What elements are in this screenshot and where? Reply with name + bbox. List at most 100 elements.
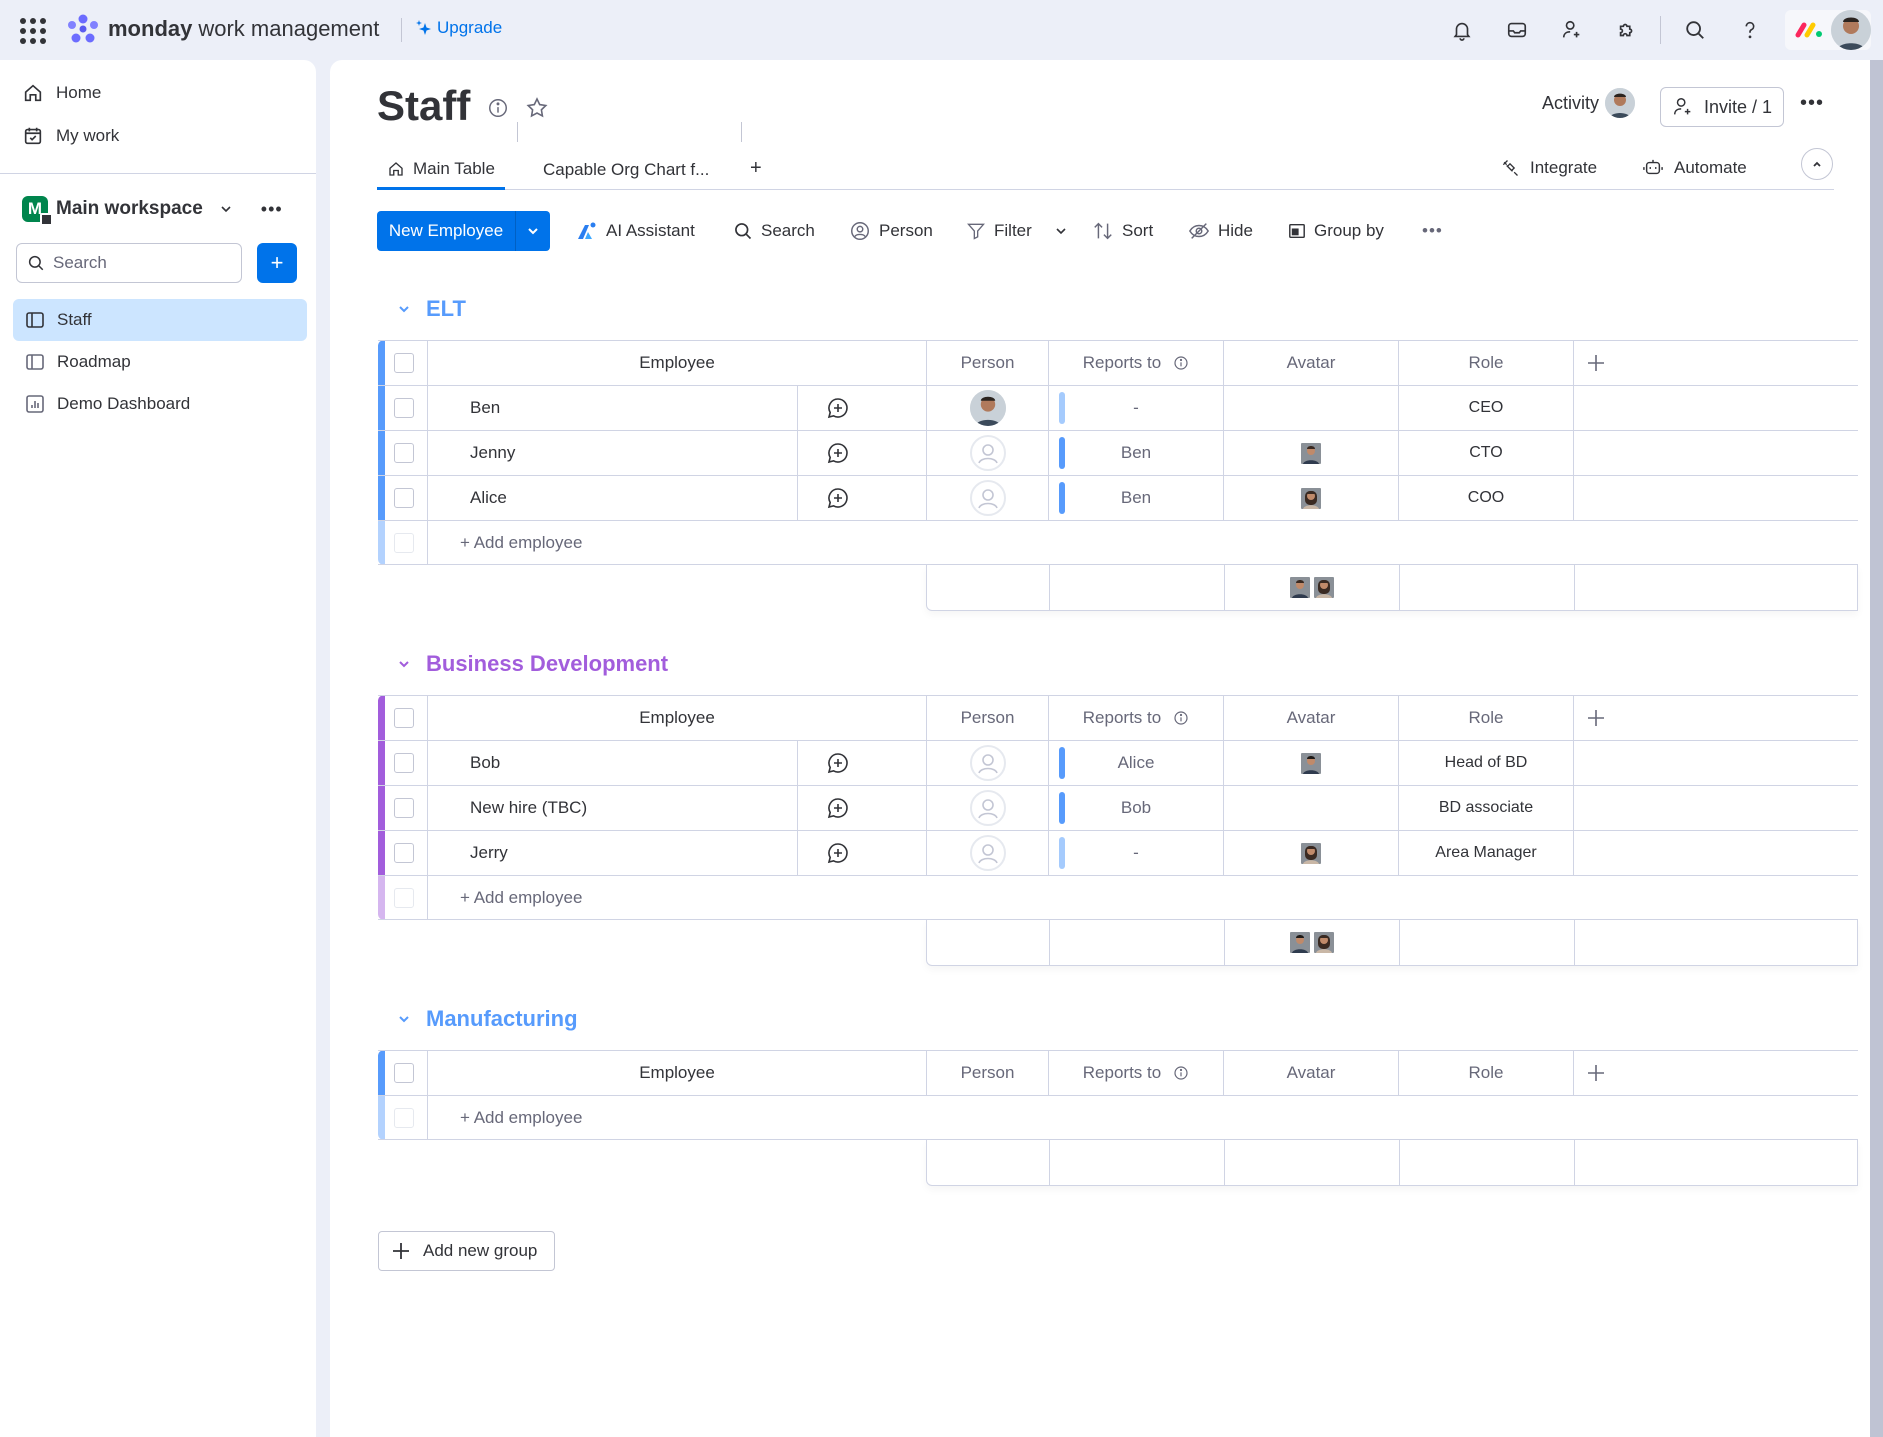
reports-to-cell[interactable]: - [1048, 386, 1223, 430]
info-icon[interactable] [1173, 1065, 1189, 1081]
row-checkbox[interactable] [394, 398, 414, 418]
notifications-button[interactable] [1434, 0, 1489, 60]
sidebar-search[interactable] [16, 243, 242, 283]
person-filter-button[interactable]: Person [849, 211, 933, 251]
collapse-header-button[interactable] [1801, 148, 1833, 180]
chevron-down-icon[interactable] [219, 202, 233, 216]
select-all-checkbox[interactable] [394, 1063, 414, 1083]
row-checkbox[interactable] [394, 443, 414, 463]
role-cell[interactable]: Head of BD [1398, 741, 1573, 785]
person-cell[interactable] [926, 786, 1048, 830]
account-switcher[interactable] [1785, 10, 1871, 50]
column-header-avatar[interactable]: Avatar [1223, 696, 1398, 740]
add-employee-input[interactable]: + Add employee [427, 521, 1858, 565]
search-button[interactable] [1667, 0, 1722, 60]
chevron-down-icon[interactable] [396, 301, 412, 317]
sidebar-item-staff[interactable]: Staff [13, 299, 307, 341]
role-cell[interactable]: CEO [1398, 386, 1573, 430]
avatar-cell[interactable] [1223, 386, 1398, 430]
person-cell[interactable] [926, 431, 1048, 475]
sidebar-item-demo-dashboard[interactable]: Demo Dashboard [13, 383, 307, 425]
row-checkbox[interactable] [394, 798, 414, 818]
ai-assistant-button[interactable]: AI Assistant [576, 211, 695, 251]
employee-name-cell[interactable]: New hire (TBC) [427, 786, 797, 830]
group-title[interactable]: Business Development [396, 651, 668, 677]
filter-button[interactable]: Filter [966, 211, 1068, 251]
apps-marketplace-button[interactable] [1599, 0, 1654, 60]
avatar-cell[interactable] [1223, 786, 1398, 830]
new-employee-dropdown[interactable] [516, 211, 550, 251]
avatar-cell[interactable] [1223, 831, 1398, 875]
column-header-person[interactable]: Person [926, 341, 1048, 385]
chevron-down-icon[interactable] [396, 656, 412, 672]
tab-main-table[interactable]: Main Table [377, 150, 505, 190]
monday-logo[interactable]: monday work management [66, 13, 379, 45]
workspace-more-button[interactable]: ••• [261, 199, 283, 220]
add-update-button[interactable] [797, 431, 877, 475]
add-update-button[interactable] [797, 386, 877, 430]
avatar-cell[interactable] [1223, 431, 1398, 475]
avatar-cell[interactable] [1223, 741, 1398, 785]
new-employee-label[interactable]: New Employee [377, 211, 516, 251]
sidebar-item-home[interactable]: Home [22, 82, 101, 104]
column-header-role[interactable]: Role [1398, 696, 1573, 740]
sidebar-item-roadmap[interactable]: Roadmap [13, 341, 307, 383]
employee-name-cell[interactable]: Ben [427, 386, 797, 430]
person-empty-avatar[interactable] [969, 745, 1006, 781]
person-empty-avatar[interactable] [969, 480, 1006, 516]
avatar-image[interactable] [1301, 842, 1321, 864]
person-empty-avatar[interactable] [969, 435, 1006, 471]
reports-to-cell[interactable]: - [1048, 831, 1223, 875]
column-header-role[interactable]: Role [1398, 341, 1573, 385]
avatar-cell[interactable] [1223, 476, 1398, 520]
column-header-role[interactable]: Role [1398, 1051, 1573, 1095]
column-header-person[interactable]: Person [926, 1051, 1048, 1095]
inbox-button[interactable] [1489, 0, 1544, 60]
employee-name-cell[interactable]: Bob [427, 741, 797, 785]
add-update-button[interactable] [797, 476, 877, 520]
sort-button[interactable]: Sort [1092, 211, 1153, 251]
select-all-checkbox[interactable] [394, 708, 414, 728]
board-more-button[interactable]: ••• [1800, 92, 1824, 115]
employee-name-cell[interactable]: Jenny [427, 431, 797, 475]
person-cell[interactable] [926, 476, 1048, 520]
sidebar-search-input[interactable] [53, 253, 223, 273]
add-update-button[interactable] [797, 831, 877, 875]
employee-name-cell[interactable]: Jerry [427, 831, 797, 875]
person-avatar[interactable] [969, 390, 1006, 426]
reports-to-cell[interactable]: Ben [1048, 431, 1223, 475]
info-icon[interactable] [1173, 355, 1189, 371]
hide-button[interactable]: Hide [1188, 211, 1253, 251]
column-header-reports-to[interactable]: Reports to [1048, 1051, 1223, 1095]
select-all-checkbox[interactable] [394, 353, 414, 373]
add-column-button[interactable] [1573, 341, 1858, 385]
add-column-button[interactable] [1573, 1051, 1858, 1095]
avatar-image[interactable] [1301, 487, 1321, 509]
new-employee-button[interactable]: New Employee [377, 211, 550, 251]
role-cell[interactable]: BD associate [1398, 786, 1573, 830]
add-employee-input[interactable]: + Add employee [427, 1096, 1858, 1140]
automate-button[interactable]: Automate [1642, 150, 1747, 186]
invite-button[interactable]: Invite / 1 [1660, 87, 1784, 127]
info-icon[interactable] [487, 97, 509, 119]
row-checkbox[interactable] [394, 753, 414, 773]
column-header-employee[interactable]: Employee [427, 341, 926, 385]
employee-name-cell[interactable]: Alice [427, 476, 797, 520]
person-empty-avatar[interactable] [969, 835, 1006, 871]
row-checkbox[interactable] [394, 488, 414, 508]
page-title[interactable]: Staff [377, 82, 470, 130]
column-header-employee[interactable]: Employee [427, 696, 926, 740]
toolbar-more-button[interactable]: ••• [1422, 211, 1443, 251]
reports-to-cell[interactable]: Ben [1048, 476, 1223, 520]
add-new-group-button[interactable]: Add new group [378, 1231, 555, 1271]
add-view-button[interactable]: + [750, 150, 762, 186]
user-avatar[interactable] [1831, 10, 1871, 50]
person-cell[interactable] [926, 386, 1048, 430]
column-header-reports-to[interactable]: Reports to [1048, 696, 1223, 740]
column-header-person[interactable]: Person [926, 696, 1048, 740]
person-empty-avatar[interactable] [969, 790, 1006, 826]
person-cell[interactable] [926, 741, 1048, 785]
chevron-down-icon[interactable] [1054, 224, 1068, 238]
column-header-employee[interactable]: Employee [427, 1051, 926, 1095]
info-icon[interactable] [1173, 710, 1189, 726]
